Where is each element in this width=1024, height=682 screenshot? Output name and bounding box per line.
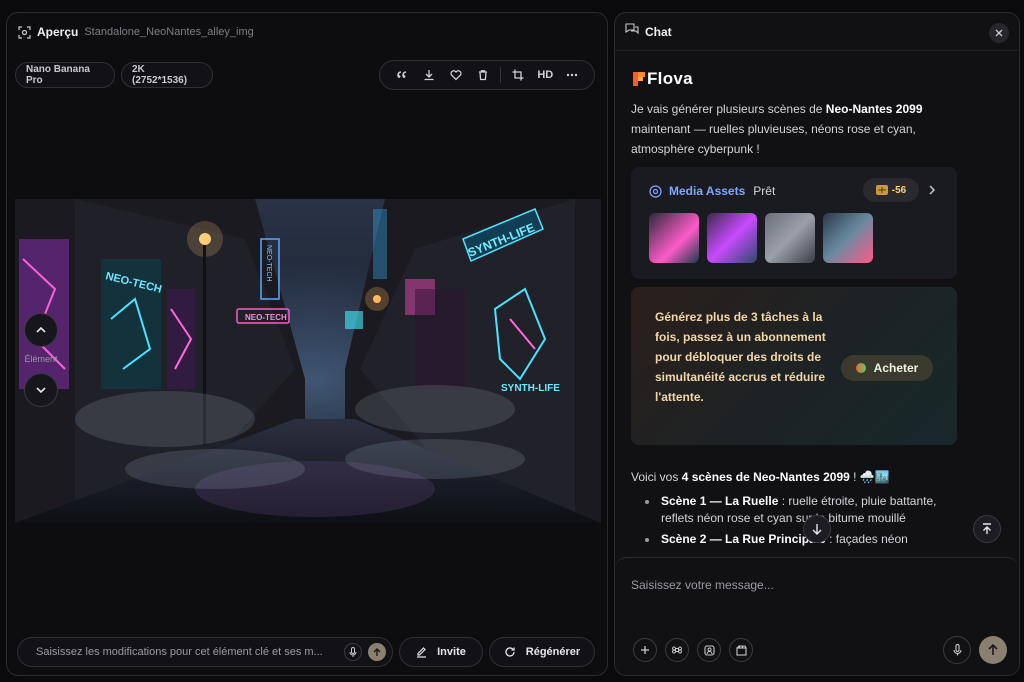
send-edit-icon[interactable] bbox=[368, 643, 386, 661]
message-composer[interactable]: Saisissez votre message... bbox=[615, 557, 1019, 675]
scroll-to-top-button[interactable] bbox=[973, 515, 1001, 543]
assistant-message: Je vais générer plusieurs scènes de Neo-… bbox=[631, 99, 961, 159]
clapper-icon bbox=[735, 645, 747, 656]
chat-icon bbox=[625, 22, 639, 41]
preview-panel: Aperçu Standalone_NeoNantes_alley_img Na… bbox=[6, 12, 608, 676]
microphone-icon bbox=[952, 644, 962, 656]
scene-title: Scène 1 — La Ruelle bbox=[661, 494, 779, 508]
regenerate-label: Régénérer bbox=[525, 646, 581, 658]
message-bold: Neo-Nantes 2099 bbox=[825, 102, 923, 116]
flova-logo: Flova bbox=[633, 69, 693, 89]
asset-thumbnail[interactable] bbox=[649, 213, 699, 263]
upgrade-promo-card: Générez plus de 3 tâches à la fois, pass… bbox=[631, 287, 957, 445]
asset-thumbnail[interactable] bbox=[707, 213, 757, 263]
chat-header: Chat bbox=[615, 13, 1019, 51]
preview-image[interactable]: NEO-TECH NEO-TECH NEO-TECH SYNTH-LIFE SY… bbox=[15, 199, 601, 523]
invite-button[interactable]: Invite bbox=[399, 637, 483, 667]
chat-panel: Chat Flova Je vais générer plusieurs scè… bbox=[614, 12, 1020, 676]
brand-name: Flova bbox=[647, 69, 693, 88]
toolbar-divider bbox=[500, 67, 502, 83]
scene-desc: : façades néon bbox=[825, 532, 908, 546]
command-button[interactable] bbox=[665, 638, 689, 662]
message-text: maintenant — ruelles pluvieuses, néons r… bbox=[631, 122, 916, 156]
close-icon bbox=[995, 29, 1003, 37]
assets-icon bbox=[649, 184, 662, 198]
buy-label: Acheter bbox=[873, 361, 919, 375]
add-attachment-button[interactable] bbox=[633, 638, 657, 662]
scroll-down-button[interactable] bbox=[803, 515, 831, 543]
message-bold: 4 scènes de Neo-Nantes 2099 bbox=[681, 470, 850, 484]
element-label: Élément bbox=[24, 354, 58, 364]
plus-icon bbox=[641, 646, 649, 654]
scene-title: Scène 2 — La Rue Principale bbox=[661, 532, 826, 546]
next-element-button[interactable] bbox=[24, 373, 58, 407]
download-icon[interactable] bbox=[419, 65, 439, 85]
heart-icon[interactable] bbox=[446, 65, 466, 85]
command-icon bbox=[672, 646, 682, 654]
character-icon bbox=[703, 644, 715, 656]
promo-text: Générez plus de 3 tâches à la fois, pass… bbox=[655, 310, 826, 404]
assets-title: Media Assets bbox=[669, 184, 746, 198]
chat-title: Chat bbox=[645, 24, 672, 39]
credit-icon bbox=[875, 185, 888, 195]
svg-text:SYNTH-LIFE: SYNTH-LIFE bbox=[501, 383, 560, 394]
preview-header: Aperçu Standalone_NeoNantes_alley_img bbox=[7, 13, 607, 51]
preview-icon bbox=[17, 25, 31, 39]
close-chat-button[interactable] bbox=[989, 23, 1009, 43]
image-toolbar: HD bbox=[379, 60, 595, 90]
resolution-pill[interactable]: 2K (2752*1536) bbox=[121, 62, 213, 88]
preview-filename: Standalone_NeoNantes_alley_img bbox=[84, 26, 254, 38]
message-text: Je vais générer plusieurs scènes de bbox=[631, 102, 826, 116]
regenerate-button[interactable]: Régénérer bbox=[489, 637, 595, 667]
send-message-button[interactable] bbox=[979, 636, 1007, 664]
credit-badge: -56 bbox=[863, 178, 919, 202]
asset-thumbnail[interactable] bbox=[765, 213, 815, 263]
microphone-icon[interactable] bbox=[344, 643, 362, 661]
svg-text:NEO-TECH: NEO-TECH bbox=[265, 245, 272, 282]
edit-prompt-placeholder: Saisissez les modifications pour cet élé… bbox=[36, 646, 323, 658]
invite-label: Invite bbox=[437, 646, 466, 658]
buy-icon bbox=[855, 363, 866, 373]
svg-text:NEO-TECH: NEO-TECH bbox=[245, 313, 287, 322]
microphone-button[interactable] bbox=[943, 636, 971, 664]
model-pill[interactable]: Nano Banana Pro bbox=[15, 62, 115, 88]
quote-icon[interactable] bbox=[392, 65, 412, 85]
credit-value: -56 bbox=[891, 184, 907, 196]
media-button[interactable] bbox=[729, 638, 753, 662]
hd-button[interactable]: HD bbox=[535, 65, 555, 85]
assets-header: Media Assets Prêt bbox=[649, 184, 775, 198]
send-icon bbox=[988, 644, 998, 655]
assistant-message: Voici vos 4 scènes de Neo-Nantes 2099 ! … bbox=[631, 467, 961, 487]
edit-icon bbox=[417, 646, 427, 658]
message-text: Voici vos bbox=[631, 470, 682, 484]
asset-thumbnail[interactable] bbox=[823, 213, 873, 263]
arrow-down-icon bbox=[812, 524, 822, 535]
arrow-top-icon bbox=[983, 523, 991, 534]
trash-icon[interactable] bbox=[473, 65, 493, 85]
flova-logo-icon bbox=[633, 72, 645, 86]
media-assets-card[interactable]: Media Assets Prêt -56 bbox=[631, 167, 957, 279]
preview-title: Aperçu bbox=[37, 25, 79, 39]
message-input-placeholder[interactable]: Saisissez votre message... bbox=[631, 578, 774, 592]
buy-button[interactable]: Acheter bbox=[841, 355, 933, 381]
chevron-right-icon[interactable] bbox=[927, 183, 937, 201]
previous-element-button[interactable] bbox=[24, 313, 58, 347]
more-icon[interactable] bbox=[562, 65, 582, 85]
message-text: ! 🌧️🏙️ bbox=[849, 470, 890, 484]
character-button[interactable] bbox=[697, 638, 721, 662]
assets-status: Prêt bbox=[753, 184, 776, 198]
refresh-icon bbox=[505, 647, 515, 657]
crop-icon[interactable] bbox=[508, 65, 528, 85]
edit-prompt-input[interactable]: Saisissez les modifications pour cet élé… bbox=[17, 637, 393, 667]
